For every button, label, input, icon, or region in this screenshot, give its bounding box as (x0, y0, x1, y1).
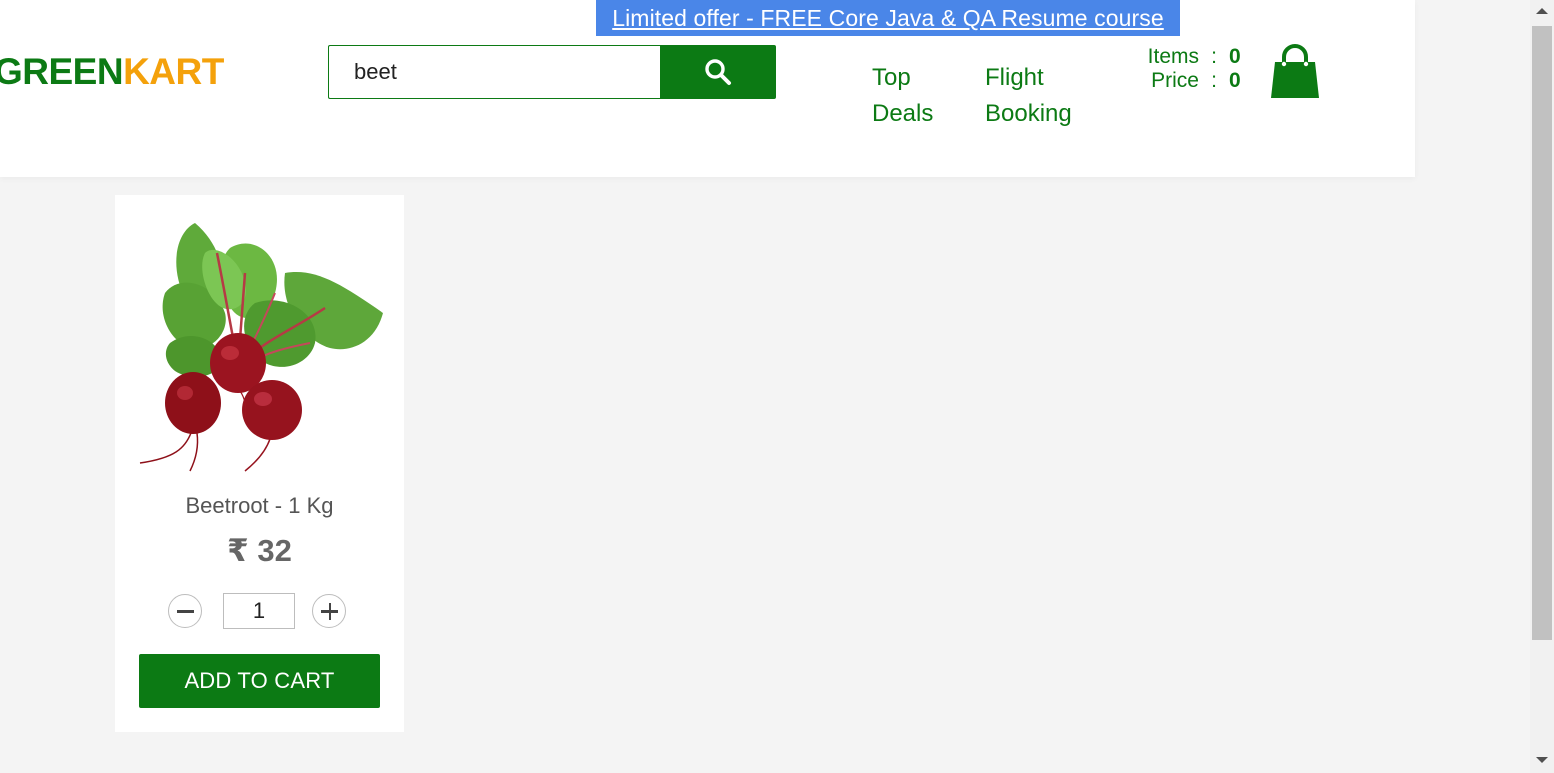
cart-button[interactable] (1270, 44, 1320, 100)
cart-price-value: 0 (1229, 69, 1241, 92)
cart-items-row: Items : 0 (1120, 45, 1245, 69)
promo-banner: Limited offer - FREE Core Java & QA Resu… (596, 0, 1180, 36)
header: Limited offer - FREE Core Java & QA Resu… (0, 0, 1415, 177)
search-input[interactable] (328, 45, 660, 99)
cart-summary: Items : 0 Price : 0 (1120, 45, 1245, 93)
nav-flight-booking[interactable]: Flight Booking (985, 60, 1085, 132)
search-form (328, 45, 776, 99)
brand-logo-green: GREEN (0, 51, 124, 92)
scroll-up-arrow-icon[interactable] (1536, 8, 1548, 14)
scrollbar-thumb[interactable] (1532, 26, 1552, 640)
search-button[interactable] (660, 45, 776, 99)
cart-items-label: Items (1147, 45, 1199, 68)
shopping-bag-icon (1271, 44, 1319, 98)
increment-button[interactable] (312, 594, 346, 628)
quantity-input[interactable] (223, 593, 295, 629)
decrement-button[interactable] (168, 594, 202, 628)
brand-logo-kart: KART (123, 51, 224, 92)
brand-logo: GREENKART (0, 52, 224, 92)
product-price: ₹ 32 (227, 533, 292, 568)
quantity-stepper (168, 593, 350, 631)
add-to-cart-button[interactable]: ADD TO CART (139, 654, 380, 708)
cart-price-separator: : (1211, 69, 1217, 92)
cart-price-label: Price (1151, 69, 1199, 92)
cart-price-row: Price : 0 (1120, 69, 1245, 93)
product-card: Beetroot - 1 Kg ₹ 32 ADD TO CART (115, 195, 404, 732)
scroll-down-arrow-icon[interactable] (1536, 757, 1548, 763)
page-viewport: Limited offer - FREE Core Java & QA Resu… (0, 0, 1530, 773)
beetroot-image (139, 223, 383, 472)
nav-top-deals[interactable]: Top Deals (872, 60, 952, 132)
minus-icon (177, 610, 194, 613)
promo-link[interactable]: Limited offer - FREE Core Java & QA Resu… (612, 5, 1164, 32)
cart-items-separator: : (1211, 45, 1217, 68)
search-icon (705, 59, 731, 85)
cart-items-count: 0 (1229, 45, 1241, 68)
vertical-scrollbar[interactable] (1530, 0, 1554, 773)
product-image (135, 213, 385, 473)
product-name: Beetroot - 1 Kg (185, 493, 334, 518)
